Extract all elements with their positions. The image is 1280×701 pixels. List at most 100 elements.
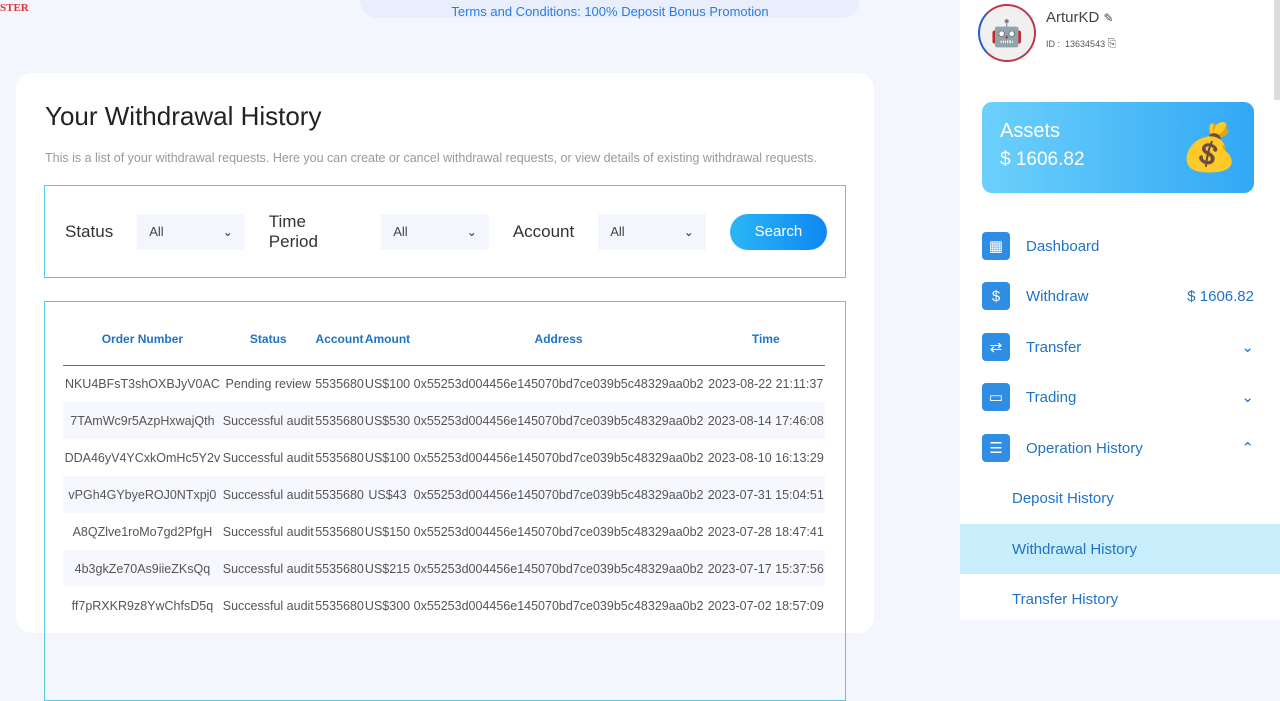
status-select[interactable]: All ⌄ [137, 213, 245, 250]
account-label: Account [512, 221, 575, 241]
withdraw-amount: $ 1606.82 [1187, 287, 1254, 305]
time-period-value: All [393, 224, 408, 239]
table-cell: Successful audit [222, 450, 314, 465]
copy-icon[interactable]: ⎘ [1108, 38, 1117, 50]
chevron-down-icon: ⌄ [1241, 389, 1254, 406]
nav-withdrawal-history[interactable]: Withdrawal History [960, 524, 1280, 574]
table-cell: US$215 [364, 550, 411, 587]
withdrawal-history-card: Your Withdrawal History This is a list o… [16, 73, 874, 701]
account-select[interactable]: All ⌄ [598, 213, 706, 250]
table-cell: 5535680 [314, 402, 365, 439]
chevron-down-icon: ⌄ [1241, 339, 1254, 356]
table-row[interactable]: 7TAmWc9r5AzpHxwajQth Successful audit 5535… [63, 402, 825, 439]
table-cell: 2023-08-22 21:11:37 [708, 376, 824, 391]
sidebar: 🤖 ArturKD ✎ ID : 13634543 ⎘ Assets $ 160… [960, 0, 1280, 620]
table-cell: 0x55253d004456e145070bd7ce039b5c48329aa0… [410, 476, 707, 513]
scrollbar[interactable] [1274, 0, 1280, 100]
nav-dashboard[interactable]: ▦ Dashboard [960, 221, 1280, 271]
table-row[interactable]: 4b3gkZe70As9iieZKsQq Successful audit 5535… [63, 550, 825, 587]
table-row[interactable]: ff7pRXKR9z8YwChfsD5q Successful audit 5535… [63, 587, 825, 624]
table-cell: 2023-08-10 16:13:29 [707, 450, 824, 465]
table-cell: 2023-07-02 18:57:09 [707, 598, 824, 613]
chevron-down-icon: ⌄ [683, 224, 694, 239]
nav-label: Withdrawal History [1012, 540, 1138, 558]
history-icon: ☰ [982, 434, 1010, 462]
username: ArturKD ✎ [1046, 9, 1114, 26]
username-text: ArturKD [1046, 9, 1100, 26]
table-cell: Successful audit [221, 550, 315, 587]
table-cell: ff7pRXKR9z8YwChfsD5q [71, 598, 214, 613]
column-header: Time [706, 302, 825, 366]
nav-label: Operation History [1026, 439, 1143, 457]
table-cell: 5535680 [315, 524, 364, 539]
nav-deposit-history[interactable]: Deposit History [960, 473, 1280, 523]
table-cell: vPGh4GYbyeROJ0NTxpj0 [63, 476, 222, 513]
page-description: This is a list of your withdrawal reques… [45, 151, 817, 165]
column-header: Account [314, 302, 365, 366]
promo-link[interactable]: Terms and Conditions: 100% Deposit Bonus… [451, 4, 768, 19]
wallet-icon: $ [982, 282, 1010, 310]
column-header: Address [410, 302, 707, 366]
table-cell: DDA46yV4YCxkOmHc5Y2v [64, 450, 221, 465]
table-cell: Successful audit [221, 402, 315, 439]
search-button[interactable]: Search [729, 213, 828, 250]
table-cell: 5535680 [315, 598, 364, 613]
edit-icon[interactable]: ✎ [1104, 11, 1114, 25]
withdrawal-table-container: Order Number Status Account Amount Address Ti… [44, 301, 846, 701]
id-value: 13634543 [1065, 39, 1106, 49]
nav-label: Transfer History [1012, 590, 1119, 608]
account-value: All [610, 224, 625, 239]
table-cell: 2023-08-14 17:46:08 [706, 402, 825, 439]
table-cell: US$300 [364, 598, 411, 613]
chevron-down-icon: ⌄ [466, 224, 477, 239]
table-row[interactable]: DDA46yV4YCxkOmHc5Y2v Successful audit 5535… [63, 439, 825, 476]
withdrawal-table: Order Number Status Account Amount Address Ti… [63, 302, 825, 624]
table-cell: Successful audit [222, 598, 314, 613]
transfer-icon: ⇄ [982, 333, 1010, 361]
table-cell: 0x55253d004456e145070bd7ce039b5c48329aa0… [413, 598, 704, 613]
nav-label: Dashboard [1026, 237, 1100, 255]
column-header: Order Number [63, 302, 222, 366]
column-header: Status [221, 302, 315, 366]
logo: STER [0, 2, 29, 14]
table-cell: 5535680 [315, 450, 364, 465]
nav-transfer[interactable]: ⇄ Transfer ⌄ [960, 322, 1280, 372]
assets-card: Assets $ 1606.82 💰 [982, 102, 1254, 193]
time-period-select[interactable]: All ⌄ [381, 213, 489, 250]
nav-label: Transfer [1026, 338, 1082, 356]
promo-banner[interactable]: Terms and Conditions: 100% Deposit Bonus… [360, 0, 860, 19]
table-cell: 5535680 [314, 476, 365, 513]
nav-transfer-history[interactable]: Transfer History [960, 574, 1280, 624]
nav-operation-history[interactable]: ☰ Operation History ⌃ [960, 423, 1280, 473]
table-cell: 7TAmWc9r5AzpHxwajQth [63, 402, 222, 439]
nav-label: Trading [1026, 388, 1077, 406]
table-cell: NKU4BFsT3shOXBJyV0AC [64, 376, 220, 391]
nav-trading[interactable]: ▭ Trading ⌄ [960, 372, 1280, 422]
monitor-icon: ▭ [982, 383, 1010, 411]
table-cell: 0x55253d004456e145070bd7ce039b5c48329aa0… [410, 550, 707, 587]
table-cell: A8QZlve1roMo7gd2PfgH [72, 524, 213, 539]
nav-withdraw[interactable]: $ Withdraw $ 1606.82 [960, 271, 1280, 321]
table-row[interactable]: vPGh4GYbyeROJ0NTxpj0 Successful audit 5535… [63, 476, 825, 513]
id-label: ID : [1046, 39, 1061, 49]
table-cell: 4b3gkZe70As9iieZKsQq [63, 550, 222, 587]
table-cell: US$43 [364, 476, 411, 513]
chevron-down-icon: ⌄ [222, 224, 233, 239]
table-cell: US$100 [364, 450, 411, 465]
table-cell: 2023-07-31 15:04:51 [706, 476, 825, 513]
table-cell: 2023-07-28 18:47:41 [707, 524, 824, 539]
avatar[interactable]: 🤖 [978, 4, 1036, 62]
table-row[interactable]: NKU4BFsT3shOXBJyV0AC Pending review 553568… [63, 365, 825, 402]
table-cell: 0x55253d004456e145070bd7ce039b5c48329aa0… [413, 450, 704, 465]
table-cell: 5535680 [314, 550, 365, 587]
table-cell: 5535680 [315, 376, 364, 391]
table-cell: Pending review [225, 376, 311, 391]
table-cell: US$530 [364, 402, 411, 439]
column-header: Amount [364, 302, 411, 366]
chevron-up-icon: ⌃ [1241, 440, 1254, 457]
filter-bar: Status All ⌄ Time Period All ⌄ Account All… [44, 185, 846, 278]
table-cell: Successful audit [221, 476, 315, 513]
nav-label: Withdraw [1026, 287, 1089, 305]
table-row[interactable]: A8QZlve1roMo7gd2PfgH Successful audit 5535… [63, 513, 825, 550]
table-cell: 2023-07-17 15:37:56 [706, 550, 825, 587]
